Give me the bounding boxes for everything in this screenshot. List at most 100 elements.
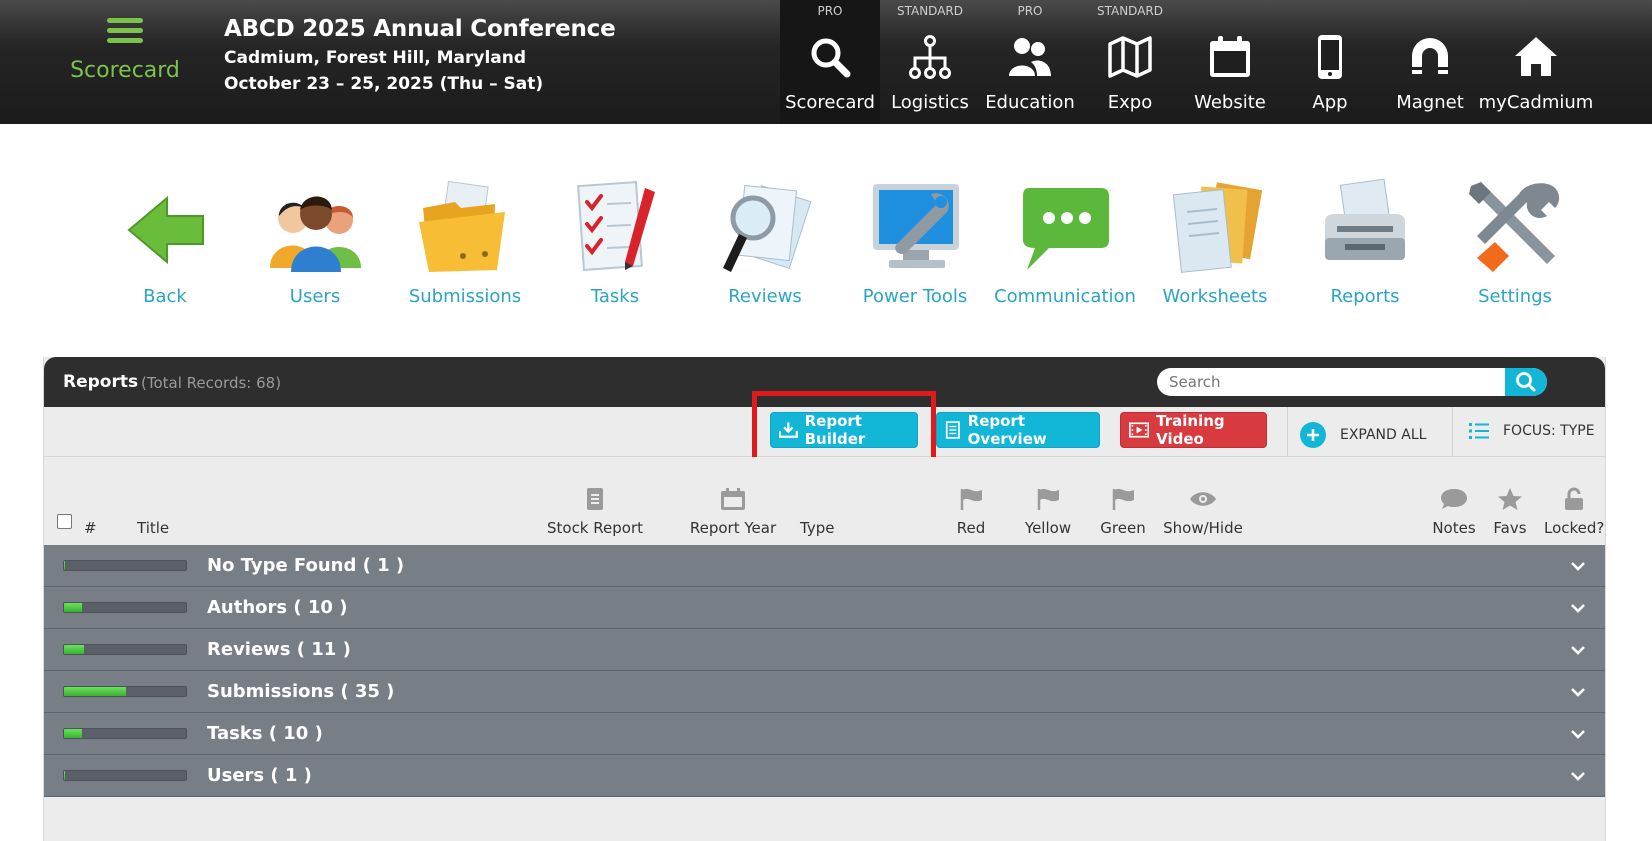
progress-fill — [64, 729, 83, 738]
column-headers: # Title Stock Report Report Year Type Re… — [44, 457, 1605, 545]
tool-submissions[interactable]: Submissions — [390, 178, 540, 307]
nav-expo[interactable]: STANDARD Expo — [1080, 0, 1180, 124]
focus-type-button[interactable]: FOCUS: TYPE — [1469, 422, 1595, 440]
calendar-icon — [1210, 36, 1250, 77]
col-show-hide[interactable]: Show/Hide — [1160, 487, 1246, 537]
users-icon — [270, 196, 361, 272]
group-label: Reviews ( 11 ) — [207, 639, 351, 660]
progress-bar — [63, 560, 187, 571]
nav-app[interactable]: App — [1280, 0, 1380, 124]
tool-label: Back — [143, 286, 187, 307]
nav-mycadmium[interactable]: myCadmium — [1479, 0, 1593, 124]
lock-icon — [1565, 487, 1583, 510]
nav-tier: STANDARD — [896, 4, 964, 18]
col-favs[interactable]: Favs — [1490, 487, 1530, 537]
col-notes[interactable]: Notes — [1430, 487, 1478, 537]
col-green[interactable]: Green — [1095, 487, 1151, 537]
comment-icon — [1441, 489, 1467, 509]
col-report-year[interactable]: Report Year — [678, 487, 788, 537]
conference-title: ABCD 2025 Annual Conference — [224, 16, 616, 42]
total-records: (Total Records: 68) — [141, 374, 282, 392]
tool-communication[interactable]: Communication — [990, 178, 1140, 307]
top-header: Scorecard ABCD 2025 Annual Conference Ca… — [0, 0, 1652, 124]
nav-education[interactable]: PRO Education — [980, 0, 1080, 124]
search-button[interactable] — [1505, 368, 1547, 396]
documents-icon — [1172, 182, 1263, 273]
group-row[interactable]: Authors ( 10 ) — [44, 587, 1605, 629]
hamburger-menu-icon[interactable] — [107, 18, 143, 43]
brand-menu[interactable]: Scorecard — [60, 18, 190, 83]
document-icon — [587, 488, 603, 510]
group-row[interactable]: Reviews ( 11 ) — [44, 629, 1605, 671]
search-input[interactable] — [1157, 368, 1487, 396]
tools-icon — [1469, 182, 1560, 272]
search-box — [1157, 368, 1547, 396]
conference-info: ABCD 2025 Annual Conference Cadmium, For… — [224, 16, 616, 94]
col-stock-report[interactable]: Stock Report — [540, 487, 650, 537]
tool-label: Users — [289, 286, 341, 307]
tool-label: Submissions — [408, 286, 522, 307]
col-locked-label: Locked? — [1544, 519, 1605, 537]
training-video-button[interactable]: Training Video — [1120, 412, 1267, 448]
calendar-icon — [721, 488, 745, 510]
tool-users[interactable]: Users — [240, 178, 390, 307]
chat-bubble-icon — [1023, 188, 1109, 270]
group-row[interactable]: No Type Found ( 1 ) — [44, 545, 1605, 587]
progress-bar — [63, 686, 187, 697]
checklist-icon — [577, 181, 655, 271]
report-overview-label: Report Overview — [967, 412, 1047, 448]
tool-label: Reviews — [728, 286, 802, 307]
expand-all-button[interactable]: EXPAND ALL — [1300, 422, 1426, 448]
col-locked[interactable]: Locked? — [1544, 487, 1604, 537]
col-favs-label: Favs — [1493, 519, 1527, 537]
select-all-checkbox[interactable] — [57, 514, 72, 529]
chevron-down-icon[interactable] — [1569, 767, 1587, 785]
progress-bar — [63, 602, 187, 613]
nav-scorecard[interactable]: PRO Scorecard — [780, 0, 880, 124]
col-show-hide-label: Show/Hide — [1163, 519, 1243, 537]
tool-tasks[interactable]: Tasks — [540, 178, 690, 307]
chevron-down-icon[interactable] — [1569, 599, 1587, 617]
group-row[interactable]: Tasks ( 10 ) — [44, 713, 1605, 755]
flag-icon — [1112, 488, 1134, 510]
search-icon — [1516, 372, 1536, 392]
progress-fill — [64, 603, 83, 612]
tool-back[interactable]: Back — [90, 178, 240, 307]
conference-location: Cadmium, Forest Hill, Maryland — [224, 48, 527, 68]
nav-magnet[interactable]: Magnet — [1380, 0, 1480, 124]
chevron-down-icon[interactable] — [1569, 683, 1587, 701]
col-red-label: Red — [956, 519, 986, 537]
col-report-year-label: Report Year — [689, 519, 777, 537]
chevron-down-icon[interactable] — [1569, 641, 1587, 659]
toolbar-divider — [1452, 407, 1453, 457]
group-row[interactable]: Users ( 1 ) — [44, 755, 1605, 797]
nav-tier: PRO — [1017, 4, 1043, 18]
report-overview-button[interactable]: Report Overview — [936, 412, 1100, 448]
group-label: No Type Found ( 1 ) — [207, 555, 405, 576]
col-yellow[interactable]: Yellow — [1020, 487, 1076, 537]
nav-website[interactable]: Website — [1180, 0, 1280, 124]
group-row[interactable]: Submissions ( 35 ) — [44, 671, 1605, 713]
magnifier-icon — [723, 184, 812, 272]
progress-fill — [64, 771, 66, 780]
progress-fill — [64, 687, 127, 696]
col-notes-label: Notes — [1432, 519, 1476, 537]
tool-worksheets[interactable]: Worksheets — [1140, 178, 1290, 307]
tool-power-tools[interactable]: Power Tools — [840, 178, 990, 307]
nav-logistics[interactable]: STANDARD Logistics — [880, 0, 980, 124]
col-number[interactable]: # — [84, 519, 97, 537]
progress-fill — [64, 645, 84, 654]
col-type[interactable]: Type — [800, 519, 834, 537]
panel-title: Reports — [63, 372, 139, 392]
col-green-label: Green — [1100, 519, 1146, 537]
panel-toolbar: Report Builder Report Overview Training … — [44, 391, 1605, 471]
tool-settings[interactable]: Settings — [1440, 178, 1590, 307]
col-title[interactable]: Title — [137, 519, 169, 537]
tool-reports[interactable]: Reports — [1290, 178, 1440, 307]
chevron-down-icon[interactable] — [1569, 557, 1587, 575]
brand-label: Scorecard — [70, 58, 180, 83]
tool-reviews[interactable]: Reviews — [690, 178, 840, 307]
chevron-down-icon[interactable] — [1569, 725, 1587, 743]
conference-dates: October 23 – 25, 2025 (Thu – Sat) — [224, 74, 544, 94]
col-red[interactable]: Red — [946, 487, 996, 537]
